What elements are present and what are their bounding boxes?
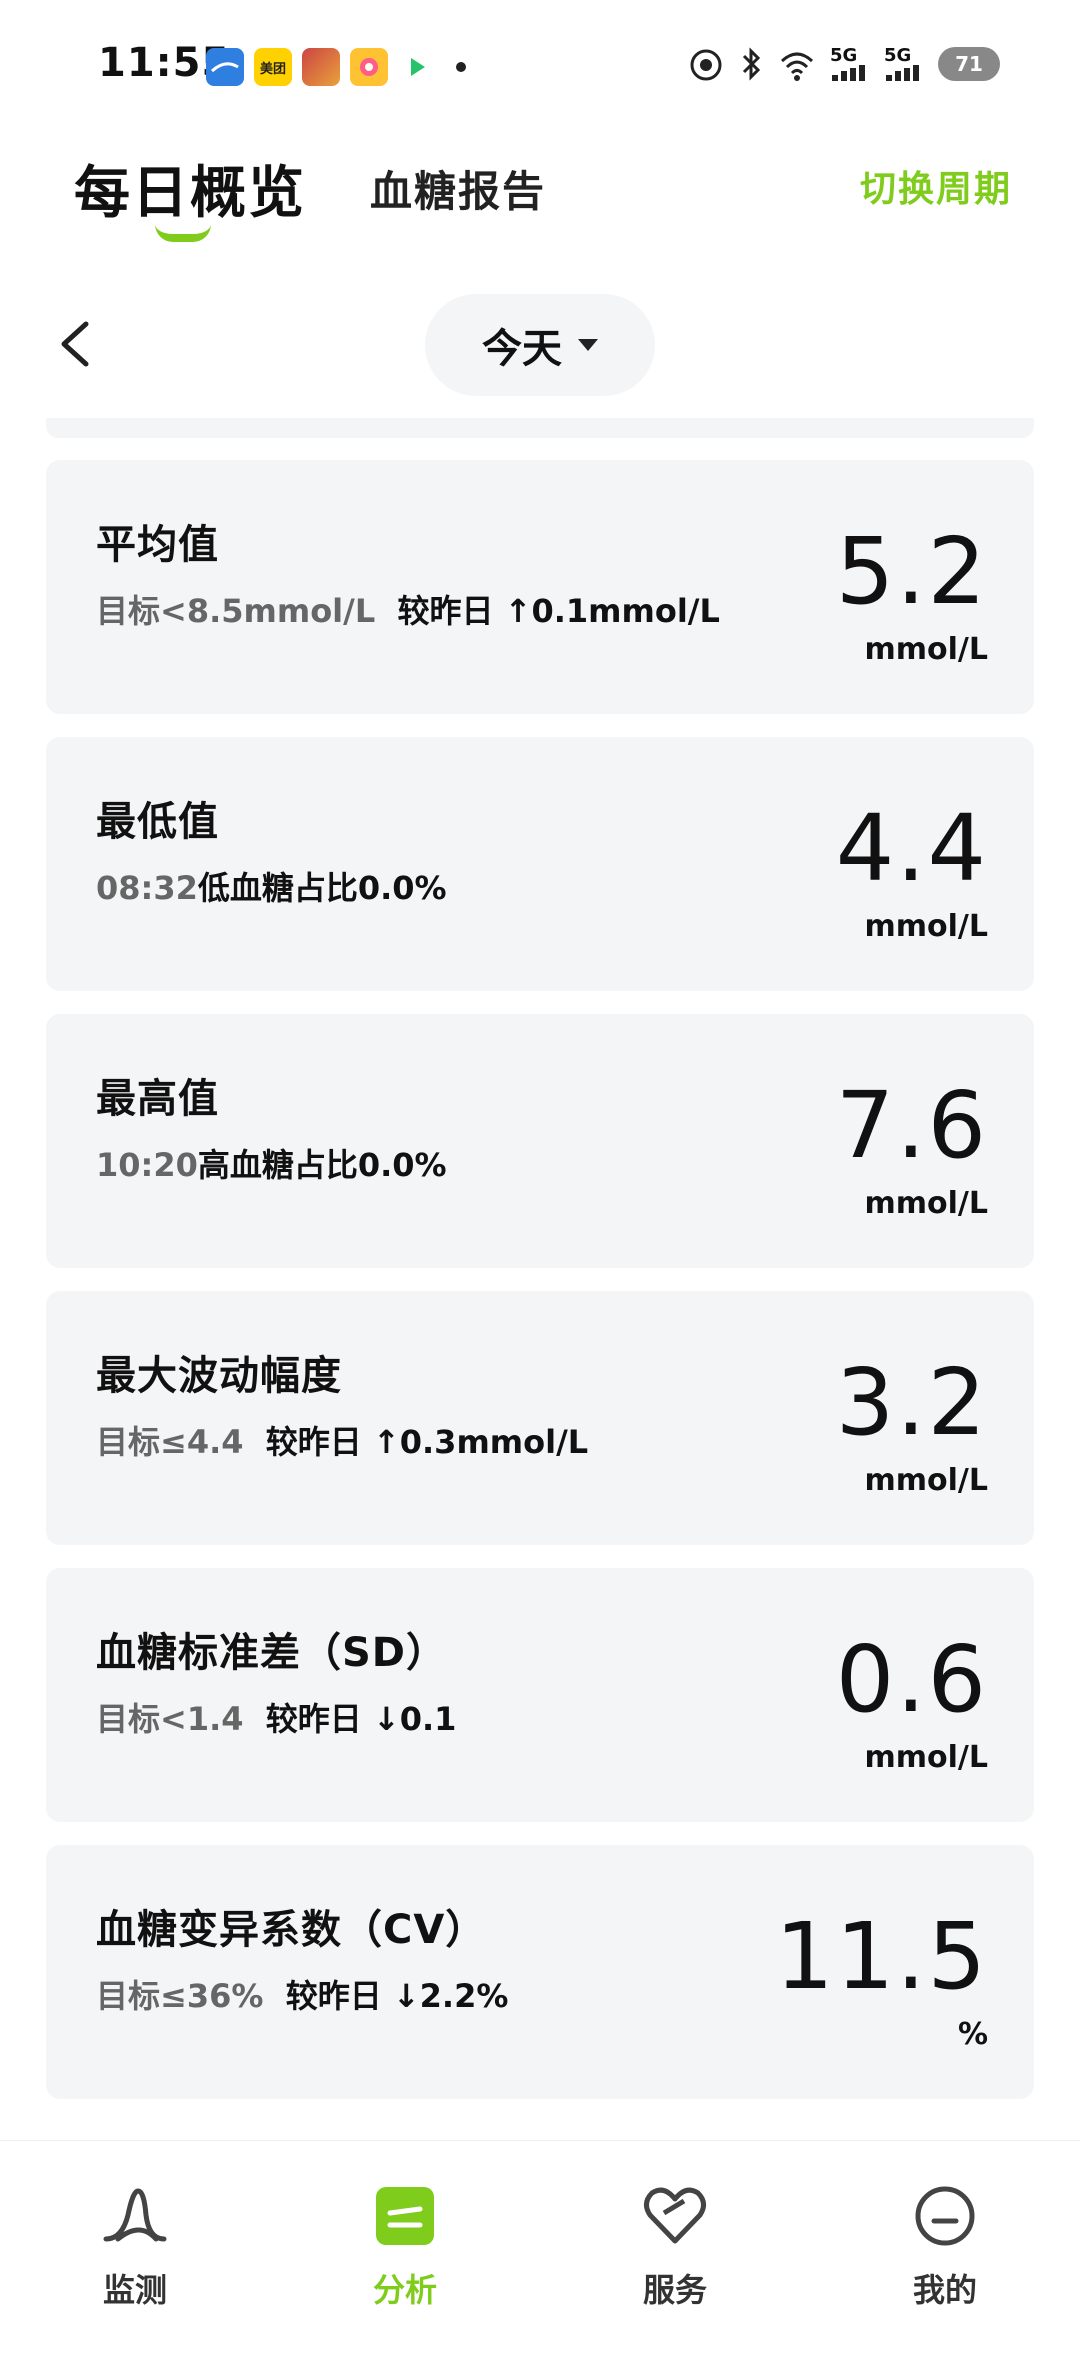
card-subtitle: 08:32低血糖占比0.0%: [96, 869, 447, 907]
card-value: 0.6: [835, 1626, 988, 1733]
more-notifications-dot: [456, 62, 466, 72]
nav-label: 分析: [372, 2271, 437, 2309]
card-subtitle: 目标≤36% 较昨日 ↓2.2%: [96, 1977, 509, 2015]
nav-item-service[interactable]: 服务: [595, 2181, 755, 2311]
nav-item-analysis[interactable]: 分析: [325, 2181, 485, 2311]
nav-label: 我的: [912, 2271, 977, 2309]
tab-glucose-report[interactable]: 血糖报告: [370, 158, 546, 219]
alarm-icon: [690, 49, 722, 81]
battery-indicator: 71: [938, 47, 1000, 81]
card-value: 3.2: [835, 1349, 988, 1456]
card-unit: %: [957, 2017, 988, 2052]
nav-item-monitor[interactable]: 监测: [55, 2181, 215, 2311]
signal-bars-icon: [886, 65, 919, 81]
card-maximum[interactable]: 最高值 10:20高血糖占比0.0% 7.6 mmol/L: [46, 1014, 1034, 1268]
date-dropdown[interactable]: 今天: [425, 294, 655, 396]
date-selector-row: 今天: [0, 290, 1080, 400]
card-title: 最高值: [96, 1076, 219, 1122]
video-app-icon: [398, 48, 436, 86]
card-value: 5.2: [835, 518, 988, 625]
nav-label: 服务: [642, 2271, 707, 2309]
nav-label: 监测: [102, 2271, 167, 2309]
game-app-icon: [302, 48, 340, 86]
card-value: 7.6: [835, 1072, 988, 1179]
transit-app-icon: [206, 48, 244, 86]
heart-service-icon: [644, 2187, 706, 2244]
profile-icon: [915, 2186, 975, 2246]
system-icons: 5G 5G 71: [686, 44, 1000, 84]
card-title: 平均值: [96, 522, 219, 568]
card-value: 11.5: [775, 1903, 988, 2010]
previous-card-edge: [46, 418, 1034, 438]
signal-indicator-2: 5G: [884, 47, 924, 81]
chevron-down-icon: [578, 339, 598, 351]
card-minimum[interactable]: 最低值 08:32低血糖占比0.0% 4.4 mmol/L: [46, 737, 1034, 991]
switch-period-button[interactable]: 切换周期: [860, 160, 1012, 212]
status-bar: 11:55 美团 5G 5G 71: [0, 0, 1080, 130]
signal-bars-icon: [832, 65, 865, 81]
card-title: 最低值: [96, 799, 219, 845]
card-subtitle: 目标≤4.4 较昨日 ↑0.3mmol/L: [96, 1423, 589, 1461]
signal-indicator-1: 5G: [830, 47, 870, 81]
date-dropdown-label: 今天: [482, 326, 562, 372]
card-standard-deviation[interactable]: 血糖标准差（SD） 目标<1.4 较昨日 ↓0.1 0.6 mmol/L: [46, 1568, 1034, 1822]
card-subtitle: 目标<1.4 较昨日 ↓0.1: [96, 1700, 457, 1738]
card-value: 4.4: [835, 795, 988, 902]
active-tab-indicator: [155, 224, 211, 242]
meituan-app-icon: 美团: [254, 48, 292, 86]
card-subtitle: 目标<8.5mmol/L 较昨日 ↑0.1mmol/L: [96, 592, 720, 630]
monitor-icon: [103, 2188, 167, 2242]
nav-item-profile[interactable]: 我的: [865, 2181, 1025, 2311]
card-coefficient-variation[interactable]: 血糖变异系数（CV） 目标≤36% 较昨日 ↓2.2% 11.5 %: [46, 1845, 1034, 2099]
card-title: 最大波动幅度: [96, 1353, 342, 1399]
card-subtitle: 10:20高血糖占比0.0%: [96, 1146, 447, 1184]
card-unit: mmol/L: [864, 1463, 989, 1498]
notification-icons: 美团: [206, 48, 466, 86]
bottom-navigation: 监测 分析 服务 我的: [0, 2140, 1080, 2375]
tab-daily-overview[interactable]: 每日概览: [74, 148, 306, 229]
flower-app-icon: [350, 48, 388, 86]
wifi-icon: [780, 52, 814, 81]
bluetooth-icon: [742, 47, 761, 81]
card-title: 血糖变异系数（CV）: [96, 1907, 487, 1953]
card-unit: mmol/L: [864, 909, 989, 944]
card-title: 血糖标准差（SD）: [96, 1630, 448, 1676]
card-unit: mmol/L: [864, 1186, 989, 1221]
card-max-fluctuation[interactable]: 最大波动幅度 目标≤4.4 较昨日 ↑0.3mmol/L 3.2 mmol/L: [46, 1291, 1034, 1545]
top-tab-bar: 每日概览 血糖报告 切换周期: [0, 140, 1080, 260]
analysis-icon: [376, 2187, 434, 2245]
card-unit: mmol/L: [864, 632, 989, 667]
back-arrow-icon[interactable]: [50, 316, 106, 372]
card-average[interactable]: 平均值 目标<8.5mmol/L 较昨日 ↑0.1mmol/L 5.2 mmol…: [46, 460, 1034, 714]
card-unit: mmol/L: [864, 1740, 989, 1775]
